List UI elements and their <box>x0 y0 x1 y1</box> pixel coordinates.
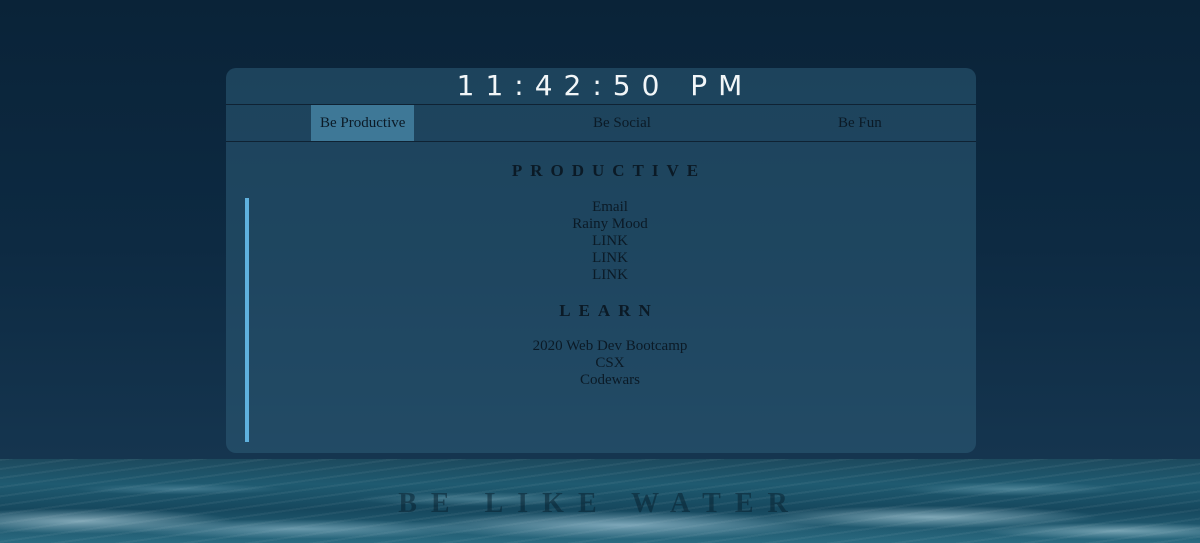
list-item: LINK <box>226 250 976 267</box>
link-web-dev-bootcamp[interactable]: 2020 Web Dev Bootcamp <box>533 338 688 354</box>
learn-links: 2020 Web Dev Bootcamp CSX Codewars <box>226 338 976 389</box>
link-placeholder-1[interactable]: LINK <box>592 233 628 249</box>
list-item: LINK <box>226 267 976 284</box>
link-placeholder-2[interactable]: LINK <box>592 250 628 266</box>
tab-be-fun[interactable]: Be Fun <box>829 105 891 141</box>
learn-heading: LEARN <box>559 301 659 320</box>
productive-heading: PRODUCTIVE <box>511 161 707 180</box>
list-item: Rainy Mood <box>226 216 976 233</box>
link-placeholder-3[interactable]: LINK <box>592 267 628 283</box>
main-panel: 11:42:50 PM Be Productive Be Social Be F… <box>226 68 976 453</box>
list-item: Email <box>226 199 976 216</box>
link-csx[interactable]: CSX <box>595 355 624 371</box>
tab-be-productive[interactable]: Be Productive <box>311 105 415 141</box>
list-item: CSX <box>226 355 976 372</box>
clock-display: 11:42:50 PM <box>226 68 976 105</box>
tab-content: PRODUCTIVE Email Rainy Mood LINK LINK LI… <box>226 142 976 452</box>
tab-bar: Be Productive Be Social Be Fun <box>226 105 976 142</box>
tagline: BE LIKE WATER <box>398 488 802 519</box>
link-rainy-mood[interactable]: Rainy Mood <box>572 216 647 232</box>
tab-be-social[interactable]: Be Social <box>584 105 660 141</box>
productive-links: Email Rainy Mood LINK LINK LINK <box>226 199 976 284</box>
list-item: Codewars <box>226 372 976 389</box>
link-codewars[interactable]: Codewars <box>580 372 640 388</box>
list-item: LINK <box>226 233 976 250</box>
link-email[interactable]: Email <box>592 199 628 215</box>
list-item: 2020 Web Dev Bootcamp <box>226 338 976 355</box>
